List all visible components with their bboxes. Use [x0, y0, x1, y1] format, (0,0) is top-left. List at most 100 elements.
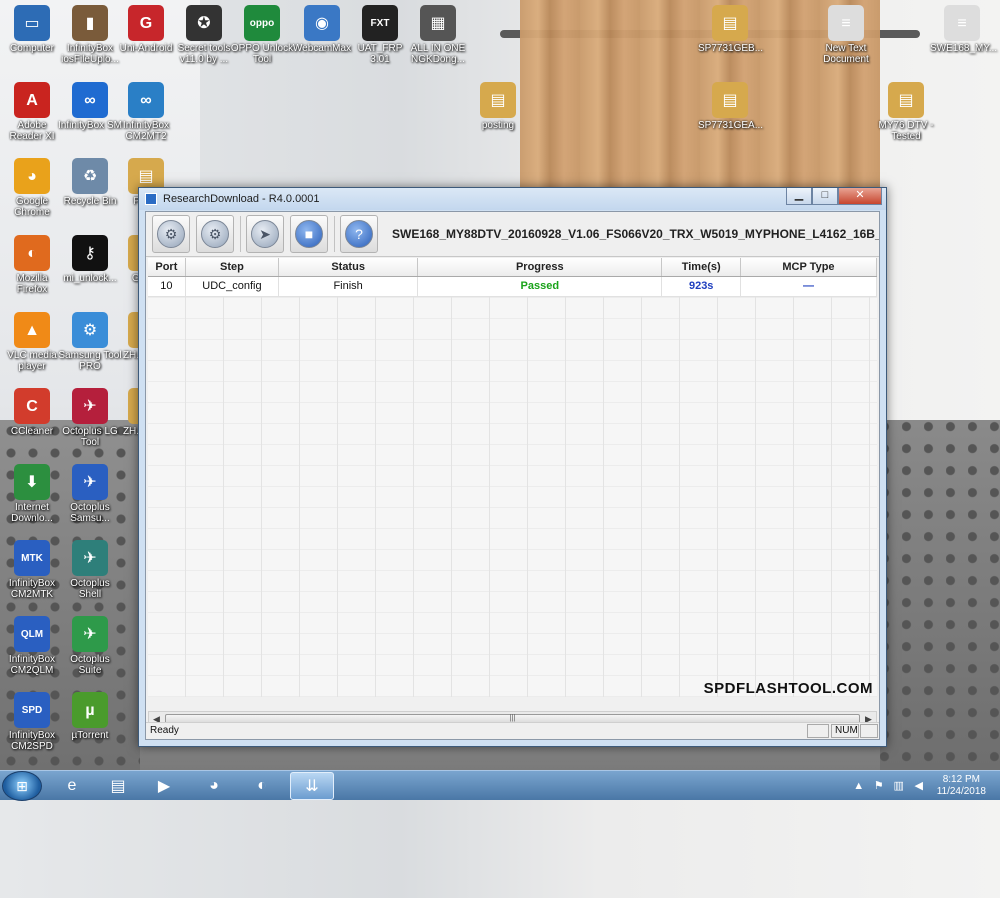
desktop-icon[interactable]: ▤ posting [466, 82, 530, 131]
desktop-icon[interactable]: A Adobe Reader XI [0, 82, 64, 142]
window-titlebar[interactable]: ResearchDownload - R4.0.0001 ▁ □ ✕ [139, 188, 886, 210]
table-row[interactable]: 10 UDC_config Finish Passed 923s — [148, 277, 877, 297]
app-shortcut-icon: ≡ [828, 5, 864, 41]
desktop-icon[interactable]: ♻ Recycle Bin [58, 158, 122, 207]
desktop-icon[interactable]: ✈ Octoplus Samsu... [58, 464, 122, 524]
desktop-icon[interactable]: QLM InfinityBox CM2QLM [0, 616, 64, 676]
desktop-icon[interactable]: FXT UAT_FRP 3.01 [348, 5, 412, 65]
volume-icon[interactable]: ◀ [911, 778, 927, 794]
desktop-icon[interactable]: ▭ Computer [0, 5, 64, 54]
window-title: ResearchDownload - R4.0.0001 [163, 193, 320, 205]
taskbar-chrome-icon[interactable]: ◕ [192, 772, 236, 800]
taskbar-explorer-icon[interactable]: ▤ [96, 772, 140, 800]
app-shortcut-icon: ∞ [72, 82, 108, 118]
stop-icon: ■ [295, 220, 323, 248]
app-shortcut-icon: oppo [244, 5, 280, 41]
stop-download-button[interactable]: ■ [290, 215, 328, 253]
app-shortcut-icon: ✈ [72, 616, 108, 652]
desktop-icon[interactable]: ▤ MY76 DTV - Tested [874, 82, 938, 142]
window-client: ⚙ ⚙ ➤ ■ ? SWE168_MY88DTV_20160928_V1.06_… [145, 211, 880, 740]
desktop-icon-label: Octoplus Shell [70, 578, 110, 600]
desktop-icon[interactable]: ⬇ Internet Downlo... [0, 464, 64, 524]
app-shortcut-icon: µ [72, 692, 108, 728]
desktop-icon[interactable]: ≡ SWE168_MY... [930, 5, 997, 54]
desktop-icon[interactable]: ◕ Google Chrome [0, 158, 64, 218]
taskbar-research-download-icon[interactable]: ⇊ [290, 772, 334, 800]
app-shortcut-icon: MTK [14, 540, 50, 576]
desktop-icon[interactable]: ▤ SP7731GEB... [698, 5, 763, 54]
grid-header: Port Step Status Progress Time(s) MCP Ty… [148, 258, 877, 277]
network-icon[interactable]: ▥ [891, 778, 907, 794]
desktop-icon-label: Octoplus Samsu... [70, 502, 110, 524]
port-grid: Port Step Status Progress Time(s) MCP Ty… [148, 258, 877, 898]
desktop-icon[interactable]: G Uni-Android [114, 5, 178, 54]
desktop-icon[interactable]: C CCleaner [0, 388, 64, 437]
column-header-port[interactable]: Port [148, 258, 186, 276]
desktop-icon[interactable]: ≡ New Text Document [814, 5, 878, 65]
desktop-icon[interactable]: SPD InfinityBox CM2SPD [0, 692, 64, 752]
clock[interactable]: 8:12 PM 11/24/2018 [937, 774, 986, 798]
column-header-time[interactable]: Time(s) [662, 258, 741, 276]
start-download-button[interactable]: ➤ [246, 215, 284, 253]
desktop-icon[interactable]: ✈ Octoplus Suite [58, 616, 122, 676]
num-lock-indicator: NUM [831, 724, 859, 738]
desktop-icon[interactable]: ∞ InfinityBox CM2MT2 [114, 82, 178, 142]
app-shortcut-icon: ⚷ [72, 235, 108, 271]
toolbar: ⚙ ⚙ ➤ ■ ? SWE168_MY88DTV_20160928_V1.06_… [146, 212, 879, 257]
cell-step: UDC_config [186, 277, 280, 296]
help-button[interactable]: ? [340, 215, 378, 253]
desktop-icon[interactable]: ◉ WebcamMax [290, 5, 354, 54]
close-button[interactable]: ✕ [838, 188, 882, 205]
app-shortcut-icon: SPD [14, 692, 50, 728]
clock-date: 11/24/2018 [936, 786, 986, 797]
desktop-icon-label: OPPO Unlock Tool [230, 43, 294, 65]
desktop-icon[interactable]: ∞ InfinityBox SM [58, 82, 122, 131]
play-arrow-icon: ➤ [251, 220, 279, 248]
app-shortcut-icon: ▮ [72, 5, 108, 41]
taskbar-ie-icon[interactable]: e [50, 772, 94, 800]
desktop-icon[interactable]: ⚷ mi_unlock... [58, 235, 122, 284]
desktop-icon-label: mi_unlock... [63, 273, 117, 284]
load-packet-button[interactable]: ⚙ [152, 215, 190, 253]
app-shortcut-icon: ✪ [186, 5, 222, 41]
desktop-icon[interactable]: oppo OPPO Unlock Tool [230, 5, 294, 65]
desktop-icon-label: InfinityBox CM2QLM [8, 654, 56, 676]
desktop-icon[interactable]: ⚙ Samsung Tool PRO [58, 312, 122, 372]
column-header-step[interactable]: Step [186, 258, 280, 276]
app-shortcut-icon: ▤ [888, 82, 924, 118]
taskbar-media-player-icon[interactable]: ▶ [142, 772, 186, 800]
desktop-icon-label: InfinityBox SM [58, 120, 122, 131]
desktop-icon[interactable]: ▮ InfinityBox iosFileUplo... [58, 5, 122, 65]
action-center-flag-icon[interactable]: ⚑ [871, 778, 887, 794]
app-shortcut-icon: ∞ [128, 82, 164, 118]
cell-port: 10 [148, 277, 186, 296]
packet-name-label: SWE168_MY88DTV_20160928_V1.06_FS066V20_T… [392, 227, 879, 241]
desktop-icon[interactable]: ✪ Secret tools v11.0 by ... [172, 5, 236, 65]
column-header-mcp-type[interactable]: MCP Type [741, 258, 877, 276]
taskbar: ⊞ e ▤ ▶ ◕ ◐ ⇊ ▲ ⚑ ▥ ◀ 8:12 PM 11/24/2018 [0, 770, 1000, 801]
desktop-icon[interactable]: MTK InfinityBox CM2MTK [0, 540, 64, 600]
desktop-icon-label: SP7731GEA... [698, 120, 764, 131]
desktop-icon[interactable]: ✈ Octoplus LG Tool [58, 388, 122, 448]
desktop-icon-label: posting [481, 120, 515, 131]
settings-button[interactable]: ⚙ [196, 215, 234, 253]
desktop-icon[interactable]: ◐ Mozilla Firefox [0, 235, 64, 295]
minimize-button[interactable]: ▁ [786, 188, 812, 205]
column-header-status[interactable]: Status [279, 258, 419, 276]
desktop-icon[interactable]: ▲ VLC media player [0, 312, 64, 372]
research-download-window[interactable]: ResearchDownload - R4.0.0001 ▁ □ ✕ ⚙ ⚙ ➤… [138, 187, 887, 747]
desktop-icon-label: Octoplus LG Tool [62, 426, 118, 448]
desktop-icon-label: InfinityBox CM2MTK [8, 578, 56, 600]
taskbar-firefox-icon[interactable]: ◐ [240, 772, 284, 800]
desktop-icon-label: Mozilla Firefox [16, 273, 48, 295]
desktop-icon[interactable]: ▦ ALL IN ONE NGKDong... [406, 5, 470, 65]
tray-chevron-icon[interactable]: ▲ [851, 778, 867, 794]
desktop-icon[interactable]: µ µTorrent [58, 692, 122, 741]
column-header-progress[interactable]: Progress [418, 258, 663, 276]
toolbar-separator [240, 216, 241, 252]
desktop-icon[interactable]: ▤ SP7731GEA... [698, 82, 764, 131]
maximize-button[interactable]: □ [812, 188, 838, 205]
start-button[interactable]: ⊞ [2, 771, 42, 801]
app-shortcut-icon: ≡ [944, 5, 980, 41]
desktop-icon[interactable]: ✈ Octoplus Shell [58, 540, 122, 600]
